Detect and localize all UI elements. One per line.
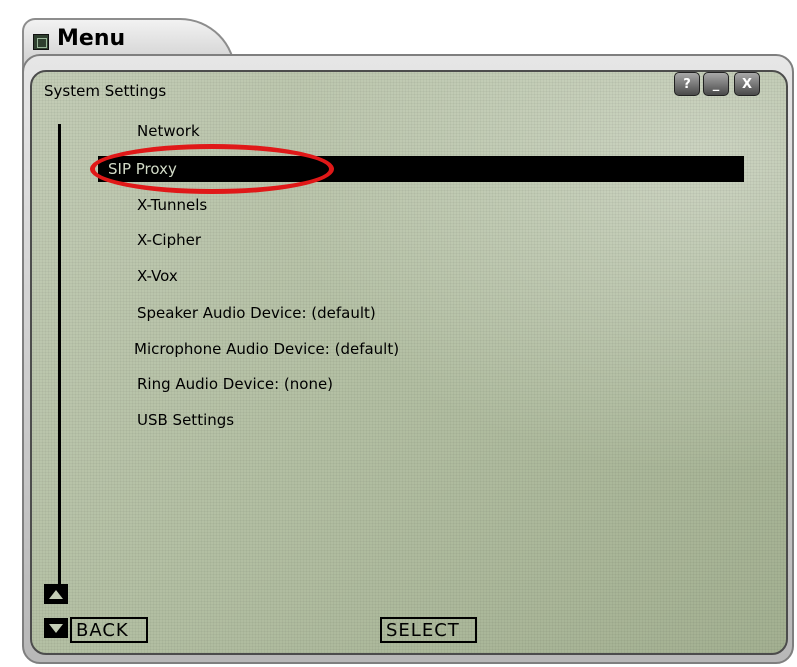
scrollbar-track — [58, 124, 61, 584]
menu-item-ring-audio[interactable]: Ring Audio Device: (none) — [137, 371, 333, 397]
close-button[interactable]: X — [734, 72, 760, 96]
menu-item-usb-settings[interactable]: USB Settings — [137, 407, 234, 433]
back-button[interactable]: BACK — [70, 617, 148, 643]
select-button[interactable]: SELECT — [380, 617, 477, 643]
menu-item-sip-proxy[interactable]: SIP Proxy — [98, 156, 744, 182]
menu-item-x-tunnels[interactable]: X-Tunnels — [137, 192, 207, 218]
scroll-down-arrow-icon[interactable] — [44, 618, 68, 638]
menu-item-microphone-audio[interactable]: Microphone Audio Device: (default) — [134, 336, 399, 362]
minimize-button[interactable]: _ — [703, 72, 729, 96]
panel-title: System Settings — [44, 82, 167, 100]
menu-item-speaker-audio[interactable]: Speaker Audio Device: (default) — [137, 300, 376, 326]
menu-tab-title: Menu — [57, 26, 126, 51]
menu-item-network[interactable]: Network — [137, 118, 200, 144]
help-button[interactable]: ? — [674, 72, 700, 96]
menu-item-x-vox[interactable]: X-Vox — [137, 263, 178, 289]
scroll-up-arrow-icon[interactable] — [44, 584, 68, 604]
menu-icon — [33, 34, 49, 50]
menu-item-x-cipher[interactable]: X-Cipher — [137, 227, 201, 253]
